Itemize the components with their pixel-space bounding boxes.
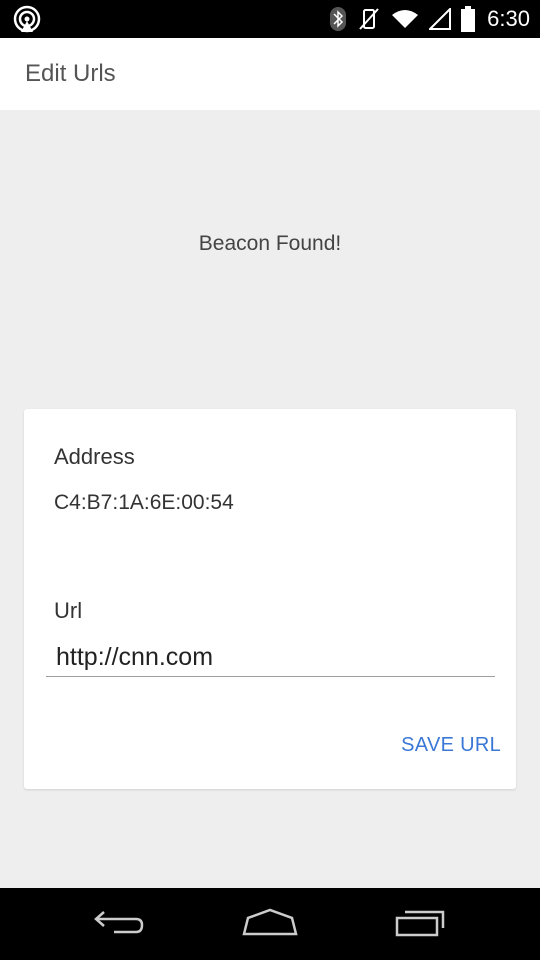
app-bar: Edit Urls bbox=[0, 38, 540, 110]
beacon-card: Address C4:B7:1A:6E:00:54 Url SAVE URL bbox=[24, 409, 516, 789]
status-bar: 6:30 bbox=[0, 0, 540, 38]
main-content: Beacon Found! Address C4:B7:1A:6E:00:54 … bbox=[0, 110, 540, 888]
broadcast-icon bbox=[12, 5, 42, 33]
recents-button[interactable] bbox=[371, 888, 471, 960]
recents-icon bbox=[393, 906, 449, 943]
url-label: Url bbox=[54, 598, 83, 623]
page-title: Edit Urls bbox=[25, 60, 116, 87]
save-url-button[interactable]: SAVE URL bbox=[401, 734, 501, 757]
address-value: C4:B7:1A:6E:00:54 bbox=[54, 491, 234, 514]
beacon-status-text: Beacon Found! bbox=[198, 232, 342, 255]
battery-icon bbox=[461, 0, 476, 38]
url-input[interactable] bbox=[46, 639, 495, 677]
signal-icon bbox=[429, 0, 452, 38]
navigation-bar bbox=[0, 888, 540, 960]
back-icon bbox=[92, 906, 148, 943]
vibrate-off-icon bbox=[357, 0, 381, 38]
status-time: 6:30 bbox=[487, 6, 530, 31]
bluetooth-icon bbox=[329, 0, 347, 38]
wifi-icon bbox=[391, 0, 419, 38]
home-icon bbox=[240, 906, 300, 943]
home-button[interactable] bbox=[220, 888, 320, 960]
back-button[interactable] bbox=[70, 888, 170, 960]
address-label: Address bbox=[54, 444, 135, 469]
